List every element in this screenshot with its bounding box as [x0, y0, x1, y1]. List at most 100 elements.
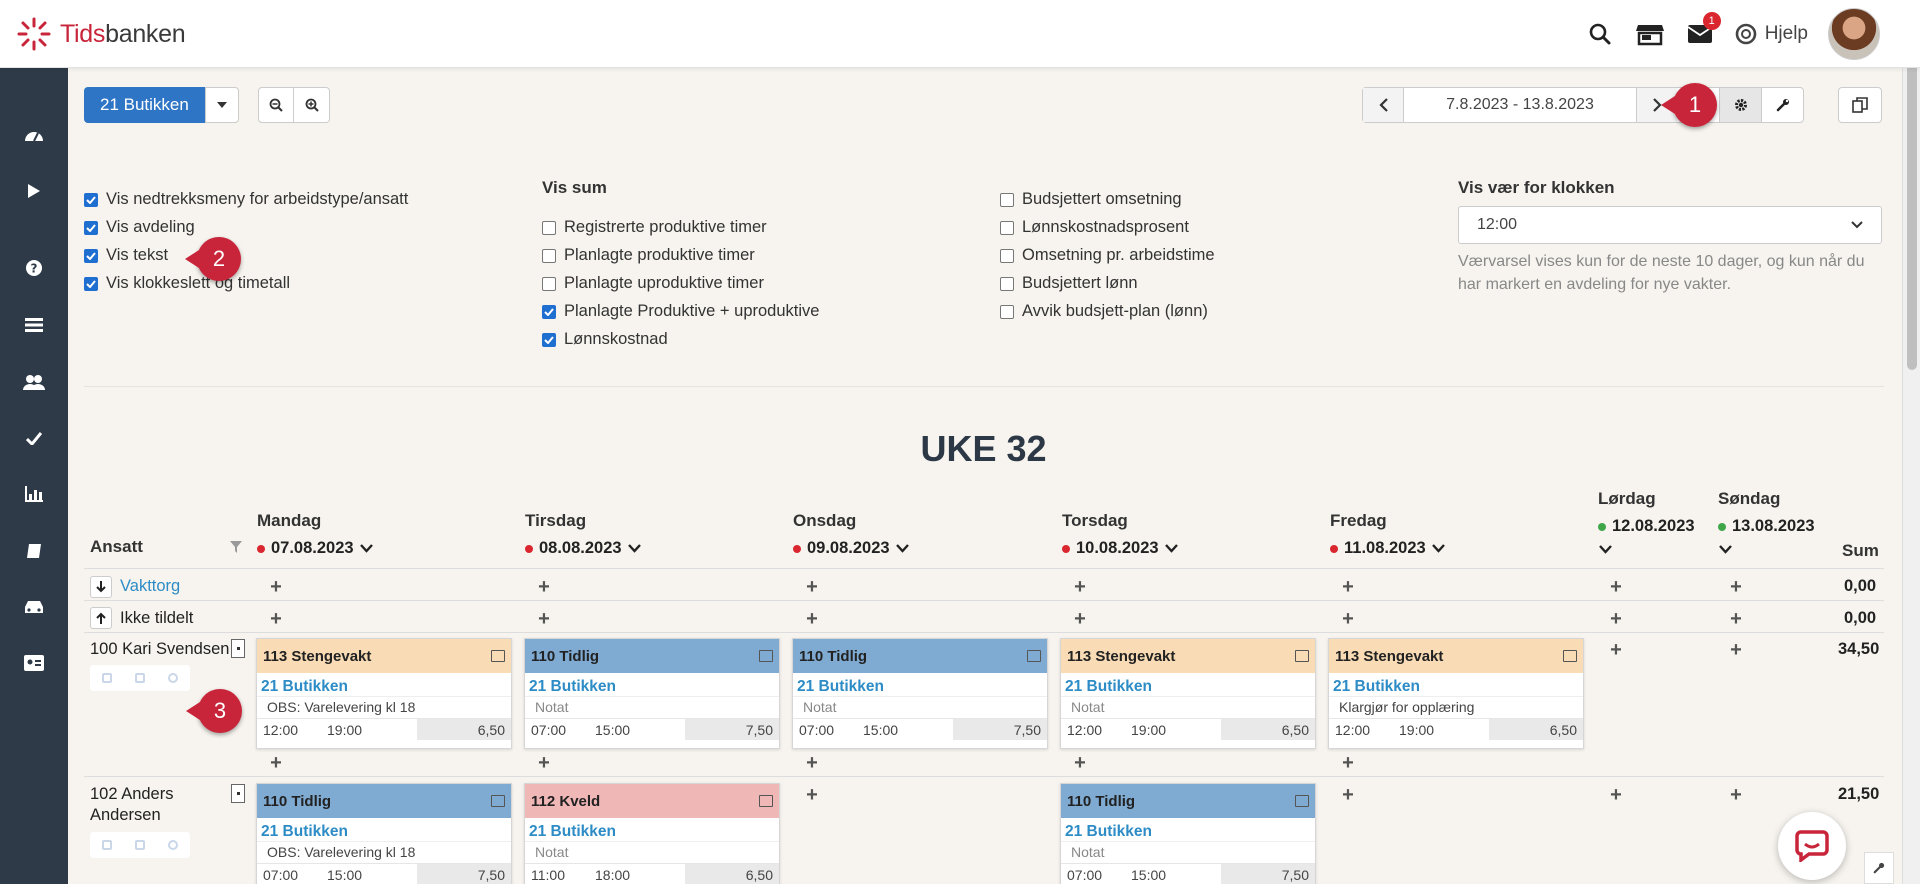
day-date-dropdown[interactable]: 12.08.2023: [1598, 517, 1695, 536]
add-shift-button[interactable]: +: [1606, 609, 1626, 629]
filter-icon[interactable]: [230, 541, 242, 553]
day-date-dropdown[interactable]: 11.08.2023: [1330, 539, 1445, 558]
note-icon[interactable]: [759, 650, 773, 662]
weather-time-select[interactable]: 12:00: [1458, 206, 1882, 244]
add-shift-button[interactable]: +: [1726, 577, 1746, 597]
shift-title-bar[interactable]: 113 Stengevakt: [1061, 639, 1315, 673]
day-date-dropdown[interactable]: 09.08.2023: [793, 539, 909, 558]
checkbox[interactable]: [542, 220, 556, 235]
shift-title-bar[interactable]: 113 Stengevakt: [1329, 639, 1583, 673]
add-shift-button[interactable]: +: [1606, 785, 1626, 805]
shift-title-bar[interactable]: 110 Tidlig: [257, 784, 511, 818]
add-shift-button[interactable]: +: [1338, 785, 1358, 805]
add-shift-button[interactable]: +: [1726, 640, 1746, 660]
checkbox[interactable]: [542, 304, 556, 319]
employee-menu-button[interactable]: [231, 639, 245, 658]
shift-title-bar[interactable]: 110 Tidlig: [1061, 784, 1315, 818]
checkbox-row[interactable]: Lønnskostnadsprosent: [1000, 218, 1189, 237]
employee-name[interactable]: 102 Anders Andersen: [90, 784, 173, 826]
chevron-left-icon[interactable]: [1363, 88, 1403, 122]
department-button[interactable]: 21 Butikken: [84, 87, 205, 123]
zoom-in-icon[interactable]: [294, 87, 330, 123]
checkbox[interactable]: [84, 248, 98, 263]
add-shift-button[interactable]: +: [266, 577, 286, 597]
caret-down-icon[interactable]: [204, 87, 239, 123]
gear-icon[interactable]: [1719, 88, 1761, 122]
shift-card[interactable]: 113 Stengevakt 21 Butikken OBS: Vareleve…: [256, 638, 512, 749]
dashboard-icon[interactable]: [0, 115, 68, 155]
add-shift-button[interactable]: +: [1070, 577, 1090, 597]
add-shift-button[interactable]: +: [1338, 753, 1358, 773]
employee-menu-button[interactable]: [231, 784, 245, 803]
checkbox-row[interactable]: Avvik budsjett-plan (lønn): [1000, 302, 1208, 321]
day-date-dropdown[interactable]: 08.08.2023: [525, 539, 641, 558]
note-icon[interactable]: [491, 795, 505, 807]
copy-icon[interactable]: [1838, 87, 1882, 123]
clock-icon[interactable]: [168, 840, 179, 850]
chevron-down-icon[interactable]: [1599, 545, 1612, 554]
checkbox[interactable]: [1000, 220, 1014, 235]
add-shift-button[interactable]: +: [802, 753, 822, 773]
checkbox[interactable]: [1000, 276, 1014, 291]
checkbox-row[interactable]: Vis klokkeslett og timetall: [84, 274, 290, 293]
add-shift-button[interactable]: +: [534, 609, 554, 629]
add-shift-button[interactable]: +: [1070, 609, 1090, 629]
note-icon[interactable]: [1295, 795, 1309, 807]
date-range-field[interactable]: 7.8.2023 - 13.8.2023: [1403, 88, 1637, 122]
checkbox-row[interactable]: Vis tekst: [84, 246, 168, 265]
list-icon[interactable]: [0, 305, 68, 345]
note-icon[interactable]: [1027, 650, 1041, 662]
store-icon[interactable]: [1625, 0, 1675, 68]
checkbox[interactable]: [84, 220, 98, 235]
shift-card[interactable]: 113 Stengevakt 21 Butikken Klargjør for …: [1328, 638, 1584, 749]
wrench-icon[interactable]: [1761, 88, 1803, 122]
question-icon[interactable]: ?: [0, 248, 68, 288]
user-icon[interactable]: [101, 840, 112, 850]
shift-title-bar[interactable]: 110 Tidlig: [793, 639, 1047, 673]
avatar[interactable]: [1828, 8, 1880, 60]
checkbox-row[interactable]: Lønnskostnad: [542, 330, 668, 349]
shift-title-bar[interactable]: 112 Kveld: [525, 784, 779, 818]
arrow-up-icon[interactable]: [90, 607, 112, 629]
checkbox[interactable]: [1000, 304, 1014, 319]
checkbox-row[interactable]: Vis nedtrekksmeny for arbeidstype/ansatt: [84, 190, 408, 209]
checkbox-row[interactable]: Budsjettert lønn: [1000, 274, 1138, 293]
arrow-down-icon[interactable]: [90, 576, 112, 598]
checkbox-row[interactable]: Planlagte Produktive + uproduktive: [542, 302, 819, 321]
wrench-icon[interactable]: [1864, 852, 1894, 884]
checkbox[interactable]: [542, 332, 556, 347]
add-shift-button[interactable]: +: [1606, 640, 1626, 660]
users-icon[interactable]: [0, 362, 68, 402]
day-date-dropdown[interactable]: 13.08.2023: [1718, 517, 1815, 536]
zoom-out-icon[interactable]: [258, 87, 294, 123]
add-shift-button[interactable]: +: [1726, 785, 1746, 805]
day-date-dropdown[interactable]: 07.08.2023: [257, 539, 373, 558]
add-shift-button[interactable]: +: [802, 609, 822, 629]
search-icon[interactable]: [1575, 0, 1625, 68]
note-icon[interactable]: [491, 650, 505, 662]
id-card-icon[interactable]: [0, 643, 68, 683]
car-icon[interactable]: [0, 587, 68, 627]
calendar-icon[interactable]: [134, 673, 145, 683]
note-icon[interactable]: [1563, 650, 1577, 662]
shift-card[interactable]: 112 Kveld 21 Butikken Notat 11:00 18:00 6,…: [524, 783, 780, 884]
day-date-dropdown[interactable]: 10.08.2023: [1062, 539, 1178, 558]
add-shift-button[interactable]: +: [802, 785, 822, 805]
add-shift-button[interactable]: +: [1726, 609, 1746, 629]
help-link[interactable]: Hjelp: [1725, 23, 1828, 45]
checkbox-row[interactable]: Vis avdeling: [84, 218, 195, 237]
mail-icon[interactable]: 1: [1675, 0, 1725, 68]
checkbox-row[interactable]: Budsjettert omsetning: [1000, 190, 1182, 209]
shift-card[interactable]: 110 Tidlig 21 Butikken OBS: Varelevering…: [256, 783, 512, 884]
add-shift-button[interactable]: +: [1070, 753, 1090, 773]
book-icon[interactable]: [0, 531, 68, 571]
shift-title-bar[interactable]: 113 Stengevakt: [257, 639, 511, 673]
clock-icon[interactable]: [168, 673, 179, 683]
checkbox-row[interactable]: Registrerte produktive timer: [542, 218, 767, 237]
scroll-thumb[interactable]: [1907, 54, 1917, 370]
add-shift-button[interactable]: +: [802, 577, 822, 597]
add-shift-button[interactable]: +: [1606, 577, 1626, 597]
user-icon[interactable]: [101, 673, 112, 683]
checkbox[interactable]: [84, 192, 98, 207]
chat-button[interactable]: [1778, 812, 1846, 880]
